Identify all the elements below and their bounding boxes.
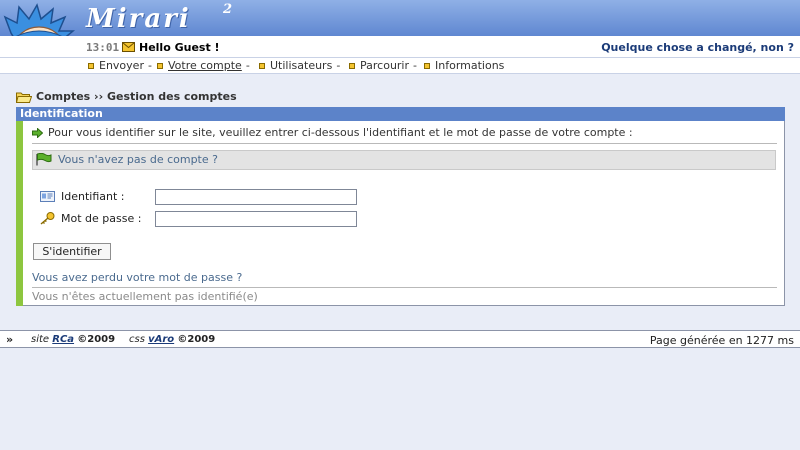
login-button[interactable]: S'identifier xyxy=(33,243,111,260)
divider xyxy=(32,287,777,288)
footer-arrows: » xyxy=(6,333,14,346)
username-label: Identifiant : xyxy=(40,190,125,203)
footer-css-credit: css vAro ©2009 xyxy=(129,334,216,345)
footer-site-credit: site RCa ©2009 xyxy=(31,334,116,345)
nav-item-envoyer[interactable]: Envoyer - xyxy=(88,59,152,72)
css-author-link[interactable]: vAro xyxy=(148,334,174,345)
id-card-icon xyxy=(40,191,55,202)
nav-item-informations[interactable]: Informations xyxy=(424,59,504,72)
lost-password-link[interactable]: Vous avez perdu votre mot de passe ? xyxy=(32,271,242,284)
nav-item-utilisateurs[interactable]: Utilisateurs - xyxy=(259,59,340,72)
folder-icon xyxy=(16,92,32,103)
arrow-right-icon xyxy=(32,127,43,138)
mail-icon[interactable] xyxy=(122,42,135,52)
nav-item-votre-compte[interactable]: Votre compte - xyxy=(157,59,250,72)
key-icon xyxy=(40,212,55,225)
nav-bullet-icon xyxy=(349,62,355,69)
flag-icon xyxy=(36,153,52,166)
nav-item-parcourir[interactable]: Parcourir - xyxy=(349,59,417,72)
breadcrumb: Comptes ›› Gestion des comptes xyxy=(16,90,237,103)
panel-title: Identification xyxy=(16,107,785,121)
panel-accent-bar xyxy=(16,121,23,306)
nav-bullet-icon xyxy=(424,62,430,69)
breadcrumb-text[interactable]: Comptes ›› Gestion des comptes xyxy=(36,90,237,103)
password-label: Mot de passe : xyxy=(40,212,141,225)
no-account-link[interactable]: Vous n'avez pas de compte ? xyxy=(36,153,218,166)
site-logo[interactable]: Mirari xyxy=(86,4,191,34)
page-generation-time: Page générée en 1277 ms xyxy=(649,334,794,347)
site-author-link[interactable]: RCa xyxy=(52,334,74,345)
tagline: Quelque chose a changé, non ? xyxy=(601,41,794,54)
greeting: Hello Guest ! xyxy=(139,41,220,54)
site-logo-superscript: 2 xyxy=(223,2,233,17)
login-status: Vous n'êtes actuellement pas identifié(e… xyxy=(32,290,258,303)
divider xyxy=(32,143,777,144)
nav-bullet-icon xyxy=(259,62,265,69)
nav-bullet-icon xyxy=(88,62,94,69)
intro-text: Pour vous identifier sur le site, veuill… xyxy=(32,126,633,139)
nav-bullet-icon xyxy=(157,62,163,69)
password-input[interactable] xyxy=(155,211,357,227)
clock: 13:01 xyxy=(86,41,120,54)
username-input[interactable] xyxy=(155,189,357,205)
